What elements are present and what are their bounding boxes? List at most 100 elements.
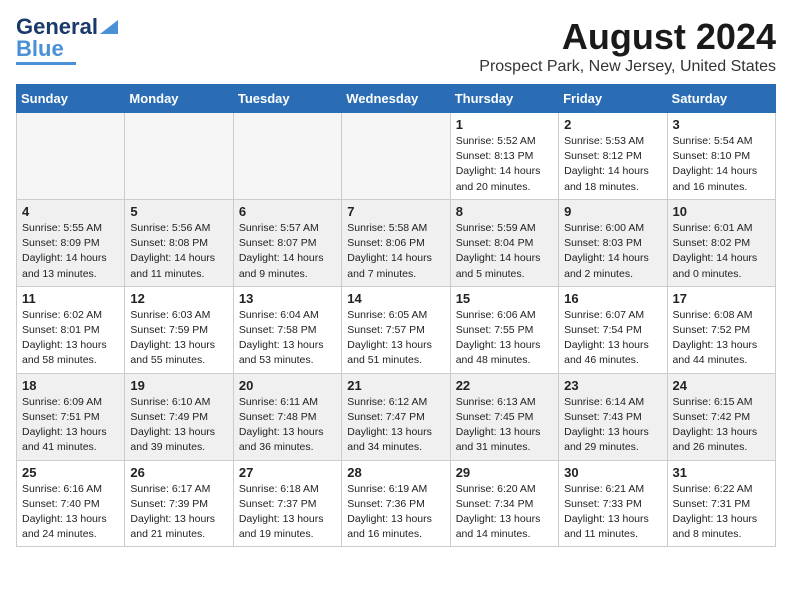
calendar-cell: 24 Sunrise: 6:15 AM Sunset: 7:42 PM Dayli… <box>667 373 775 460</box>
day-info: Sunrise: 6:08 AM Sunset: 7:52 PM Dayligh… <box>673 308 770 369</box>
day-number: 24 <box>673 378 770 393</box>
day-number: 15 <box>456 291 553 306</box>
logo-text: General <box>16 16 98 38</box>
title-block: August 2024 Prospect Park, New Jersey, U… <box>479 16 776 76</box>
day-info: Sunrise: 6:13 AM Sunset: 7:45 PM Dayligh… <box>456 395 553 456</box>
day-number: 25 <box>22 465 119 480</box>
day-info: Sunrise: 6:19 AM Sunset: 7:36 PM Dayligh… <box>347 482 444 543</box>
calendar-cell: 7 Sunrise: 5:58 AM Sunset: 8:06 PM Daylig… <box>342 199 450 286</box>
day-number: 16 <box>564 291 661 306</box>
day-number: 12 <box>130 291 227 306</box>
calendar-cell: 23 Sunrise: 6:14 AM Sunset: 7:43 PM Dayli… <box>559 373 667 460</box>
day-info: Sunrise: 6:15 AM Sunset: 7:42 PM Dayligh… <box>673 395 770 456</box>
day-info: Sunrise: 6:06 AM Sunset: 7:55 PM Dayligh… <box>456 308 553 369</box>
day-number: 14 <box>347 291 444 306</box>
logo-text-blue: Blue <box>16 38 64 60</box>
calendar-cell: 2 Sunrise: 5:53 AM Sunset: 8:12 PM Daylig… <box>559 113 667 200</box>
col-header-monday: Monday <box>125 85 233 113</box>
day-number: 26 <box>130 465 227 480</box>
day-number: 6 <box>239 204 336 219</box>
calendar-body: 1 Sunrise: 5:52 AM Sunset: 8:13 PM Daylig… <box>17 113 776 547</box>
calendar-cell: 30Sunrise: 6:21 AM Sunset: 7:33 PM Dayli… <box>559 460 667 547</box>
day-number: 31 <box>673 465 770 480</box>
calendar-header-row: SundayMondayTuesdayWednesdayThursdayFrid… <box>17 85 776 113</box>
day-info: Sunrise: 6:12 AM Sunset: 7:47 PM Dayligh… <box>347 395 444 456</box>
day-number: 29 <box>456 465 553 480</box>
calendar-cell: 29 Sunrise: 6:20 AM Sunset: 7:34 PM Dayli… <box>450 460 558 547</box>
day-number: 1 <box>456 117 553 132</box>
day-number: 7 <box>347 204 444 219</box>
calendar-cell: 27Sunrise: 6:18 AM Sunset: 7:37 PM Dayli… <box>233 460 341 547</box>
calendar-cell: 20Sunrise: 6:11 AM Sunset: 7:48 PM Dayli… <box>233 373 341 460</box>
calendar-cell: 16 Sunrise: 6:07 AM Sunset: 7:54 PM Dayli… <box>559 286 667 373</box>
calendar-week-2: 4Sunrise: 5:55 AM Sunset: 8:09 PM Daylig… <box>17 199 776 286</box>
logo: General Blue <box>16 16 118 65</box>
day-info: Sunrise: 6:22 AM Sunset: 7:31 PM Dayligh… <box>673 482 770 543</box>
day-number: 13 <box>239 291 336 306</box>
calendar-cell: 1 Sunrise: 5:52 AM Sunset: 8:13 PM Daylig… <box>450 113 558 200</box>
calendar-cell: 25 Sunrise: 6:16 AM Sunset: 7:40 PM Dayli… <box>17 460 125 547</box>
day-info: Sunrise: 6:02 AM Sunset: 8:01 PM Dayligh… <box>22 308 119 369</box>
day-info: Sunrise: 5:57 AM Sunset: 8:07 PM Dayligh… <box>239 221 336 282</box>
day-info: Sunrise: 6:03 AM Sunset: 7:59 PM Dayligh… <box>130 308 227 369</box>
col-header-tuesday: Tuesday <box>233 85 341 113</box>
day-info: Sunrise: 6:20 AM Sunset: 7:34 PM Dayligh… <box>456 482 553 543</box>
calendar-cell: 28Sunrise: 6:19 AM Sunset: 7:36 PM Dayli… <box>342 460 450 547</box>
calendar-week-5: 25 Sunrise: 6:16 AM Sunset: 7:40 PM Dayli… <box>17 460 776 547</box>
calendar-cell: 10 Sunrise: 6:01 AM Sunset: 8:02 PM Dayli… <box>667 199 775 286</box>
calendar-cell: 9 Sunrise: 6:00 AM Sunset: 8:03 PM Daylig… <box>559 199 667 286</box>
day-info: Sunrise: 6:09 AM Sunset: 7:51 PM Dayligh… <box>22 395 119 456</box>
day-info: Sunrise: 5:52 AM Sunset: 8:13 PM Dayligh… <box>456 134 553 195</box>
day-info: Sunrise: 5:59 AM Sunset: 8:04 PM Dayligh… <box>456 221 553 282</box>
day-info: Sunrise: 6:17 AM Sunset: 7:39 PM Dayligh… <box>130 482 227 543</box>
calendar-cell: 14 Sunrise: 6:05 AM Sunset: 7:57 PM Dayli… <box>342 286 450 373</box>
calendar-cell <box>342 113 450 200</box>
day-number: 17 <box>673 291 770 306</box>
calendar-cell: 15 Sunrise: 6:06 AM Sunset: 7:55 PM Dayli… <box>450 286 558 373</box>
day-number: 18 <box>22 378 119 393</box>
day-info: Sunrise: 6:16 AM Sunset: 7:40 PM Dayligh… <box>22 482 119 543</box>
page-header: General Blue August 2024 Prospect Park, … <box>16 16 776 76</box>
logo-underline <box>16 62 76 65</box>
day-number: 9 <box>564 204 661 219</box>
day-info: Sunrise: 6:05 AM Sunset: 7:57 PM Dayligh… <box>347 308 444 369</box>
day-info: Sunrise: 5:53 AM Sunset: 8:12 PM Dayligh… <box>564 134 661 195</box>
calendar-cell: 11 Sunrise: 6:02 AM Sunset: 8:01 PM Dayli… <box>17 286 125 373</box>
day-info: Sunrise: 6:21 AM Sunset: 7:33 PM Dayligh… <box>564 482 661 543</box>
day-number: 10 <box>673 204 770 219</box>
day-info: Sunrise: 6:01 AM Sunset: 8:02 PM Dayligh… <box>673 221 770 282</box>
calendar-cell: 6 Sunrise: 5:57 AM Sunset: 8:07 PM Daylig… <box>233 199 341 286</box>
calendar-cell: 13 Sunrise: 6:04 AM Sunset: 7:58 PM Dayli… <box>233 286 341 373</box>
calendar-cell: 22 Sunrise: 6:13 AM Sunset: 7:45 PM Dayli… <box>450 373 558 460</box>
day-number: 5 <box>130 204 227 219</box>
day-number: 2 <box>564 117 661 132</box>
calendar-week-4: 18 Sunrise: 6:09 AM Sunset: 7:51 PM Dayli… <box>17 373 776 460</box>
calendar-cell: 8Sunrise: 5:59 AM Sunset: 8:04 PM Daylig… <box>450 199 558 286</box>
day-info: Sunrise: 6:10 AM Sunset: 7:49 PM Dayligh… <box>130 395 227 456</box>
day-number: 27 <box>239 465 336 480</box>
calendar-week-3: 11 Sunrise: 6:02 AM Sunset: 8:01 PM Dayli… <box>17 286 776 373</box>
day-number: 23 <box>564 378 661 393</box>
calendar-cell: 31 Sunrise: 6:22 AM Sunset: 7:31 PM Dayli… <box>667 460 775 547</box>
calendar-cell: 5Sunrise: 5:56 AM Sunset: 8:08 PM Daylig… <box>125 199 233 286</box>
calendar-cell: 17 Sunrise: 6:08 AM Sunset: 7:52 PM Dayli… <box>667 286 775 373</box>
col-header-saturday: Saturday <box>667 85 775 113</box>
calendar-cell: 12 Sunrise: 6:03 AM Sunset: 7:59 PM Dayli… <box>125 286 233 373</box>
day-number: 19 <box>130 378 227 393</box>
day-info: Sunrise: 6:04 AM Sunset: 7:58 PM Dayligh… <box>239 308 336 369</box>
day-number: 22 <box>456 378 553 393</box>
calendar-table: SundayMondayTuesdayWednesdayThursdayFrid… <box>16 84 776 547</box>
day-info: Sunrise: 6:07 AM Sunset: 7:54 PM Dayligh… <box>564 308 661 369</box>
col-header-wednesday: Wednesday <box>342 85 450 113</box>
calendar-cell: 18 Sunrise: 6:09 AM Sunset: 7:51 PM Dayli… <box>17 373 125 460</box>
day-info: Sunrise: 5:58 AM Sunset: 8:06 PM Dayligh… <box>347 221 444 282</box>
day-info: Sunrise: 6:14 AM Sunset: 7:43 PM Dayligh… <box>564 395 661 456</box>
calendar-cell: 26 Sunrise: 6:17 AM Sunset: 7:39 PM Dayli… <box>125 460 233 547</box>
calendar-cell <box>17 113 125 200</box>
logo-icon <box>100 16 118 34</box>
col-header-thursday: Thursday <box>450 85 558 113</box>
day-number: 11 <box>22 291 119 306</box>
calendar-week-1: 1 Sunrise: 5:52 AM Sunset: 8:13 PM Daylig… <box>17 113 776 200</box>
day-info: Sunrise: 6:00 AM Sunset: 8:03 PM Dayligh… <box>564 221 661 282</box>
calendar-cell: 21Sunrise: 6:12 AM Sunset: 7:47 PM Dayli… <box>342 373 450 460</box>
